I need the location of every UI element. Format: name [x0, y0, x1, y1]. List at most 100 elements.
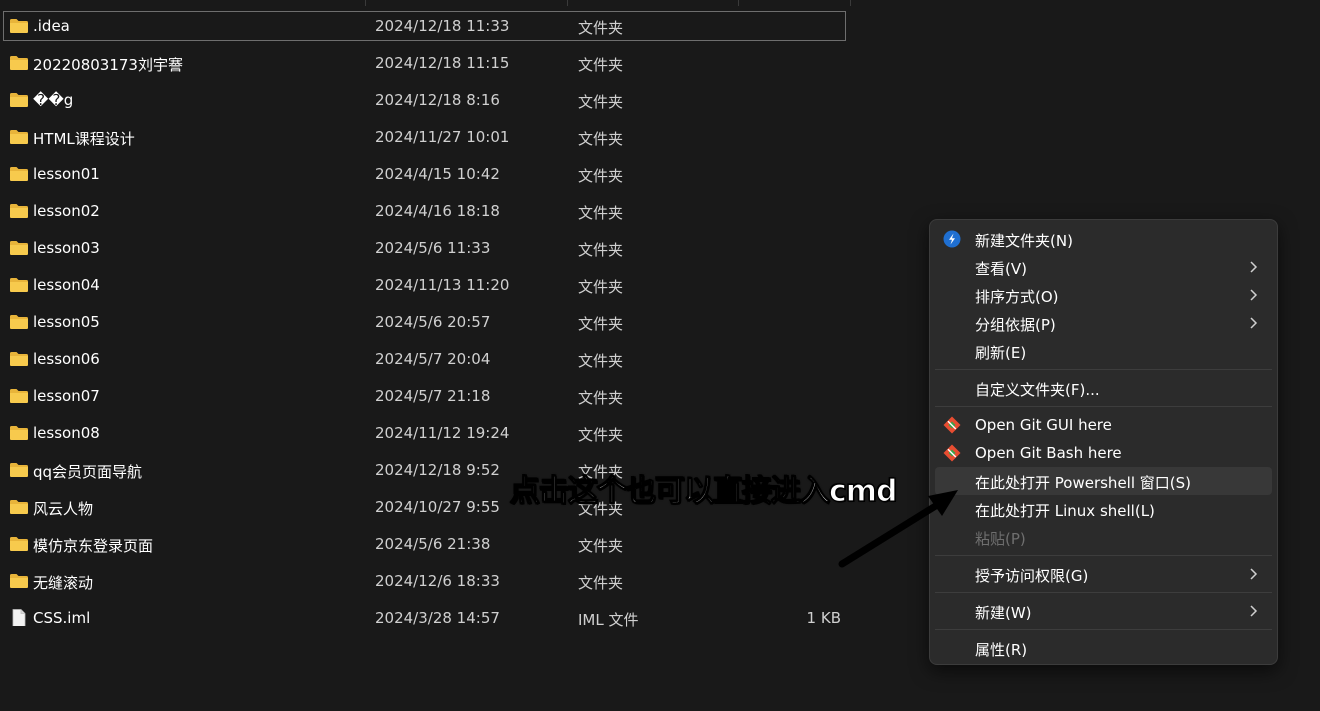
menu-item-label: 粘贴(P)	[975, 530, 1026, 548]
column-divider[interactable]	[365, 0, 366, 6]
file-date: 2024/5/6 11:33	[375, 239, 491, 257]
folder-icon	[9, 425, 29, 441]
menu-item-label: 在此处打开 Powershell 窗口(S)	[975, 474, 1191, 492]
file-row[interactable]: lesson04 2024/11/13 11:20 文件夹	[3, 270, 846, 300]
file-row[interactable]: lesson07 2024/5/7 21:18 文件夹	[3, 381, 846, 411]
file-type: 文件夹	[578, 315, 624, 333]
folder-icon	[9, 499, 29, 515]
menu-item-grant-access[interactable]: 授予访问权限(G)	[935, 560, 1272, 588]
file-date: 2024/5/6 21:38	[375, 535, 491, 553]
git-icon	[943, 416, 961, 434]
file-row[interactable]: CSS.iml 2024/3/28 14:57 IML 文件 1 KB	[3, 603, 846, 633]
chevron-right-icon	[1248, 566, 1258, 580]
file-row[interactable]: lesson03 2024/5/6 11:33 文件夹	[3, 233, 846, 263]
file-type: 文件夹	[578, 352, 624, 370]
file-type: 文件夹	[578, 130, 624, 148]
menu-item-label: 授予访问权限(G)	[975, 567, 1089, 585]
file-icon	[9, 609, 29, 627]
folder-icon	[9, 18, 29, 34]
file-row[interactable]: lesson06 2024/5/7 20:04 文件夹	[3, 344, 846, 374]
file-type: 文件夹	[578, 167, 624, 185]
file-name: lesson04	[33, 276, 100, 294]
file-type: 文件夹	[578, 241, 624, 259]
file-date: 2024/4/15 10:42	[375, 165, 500, 183]
file-row[interactable]: 无缝滚动 2024/12/6 18:33 文件夹	[3, 566, 846, 596]
file-name: ��g	[33, 91, 74, 109]
file-row[interactable]: ��g 2024/12/18 8:16 文件夹	[3, 85, 846, 115]
menu-item-label: 刷新(E)	[975, 344, 1027, 362]
chevron-right-icon	[1248, 315, 1258, 329]
file-row[interactable]: 20220803173刘宇謇 2024/12/18 11:15 文件夹	[3, 48, 846, 78]
context-menu: 新建文件夹(N) 查看(V) 排序方式(O) 分组依据(P) 刷新(E) 自定义文件…	[929, 219, 1278, 665]
folder-icon	[9, 462, 29, 478]
file-type: 文件夹	[578, 426, 624, 444]
file-name: .idea	[33, 17, 70, 35]
file-name: lesson08	[33, 424, 100, 442]
column-divider[interactable]	[738, 0, 739, 6]
folder-icon	[9, 388, 29, 404]
file-name: CSS.iml	[33, 609, 91, 627]
file-row[interactable]: lesson02 2024/4/16 18:18 文件夹	[3, 196, 846, 226]
menu-item-refresh[interactable]: 刷新(E)	[935, 337, 1272, 365]
menu-separator	[935, 406, 1272, 407]
file-type: 文件夹	[578, 93, 624, 111]
file-name: lesson05	[33, 313, 100, 331]
file-date: 2024/3/28 14:57	[375, 609, 500, 627]
file-type: 文件夹	[578, 389, 624, 407]
menu-item-label: 自定义文件夹(F)...	[975, 381, 1100, 399]
file-name: lesson01	[33, 165, 100, 183]
file-name: lesson03	[33, 239, 100, 257]
menu-item-git-bash[interactable]: Open Git Bash here	[935, 439, 1272, 467]
file-name: lesson02	[33, 202, 100, 220]
folder-icon	[9, 351, 29, 367]
file-date: 2024/12/18 11:33	[375, 17, 510, 35]
menu-separator	[935, 592, 1272, 593]
menu-item-label: 属性(R)	[975, 641, 1028, 659]
git-icon	[943, 444, 961, 462]
folder-icon	[9, 240, 29, 256]
folder-icon	[9, 277, 29, 293]
menu-item-linux-shell[interactable]: 在此处打开 Linux shell(L)	[935, 495, 1272, 523]
file-name: lesson06	[33, 350, 100, 368]
file-name: HTML课程设计	[33, 130, 135, 148]
menu-item-sort-by[interactable]: 排序方式(O)	[935, 281, 1272, 309]
menu-item-view[interactable]: 查看(V)	[935, 253, 1272, 281]
menu-item-label: 查看(V)	[975, 260, 1027, 278]
annotation-arrow	[838, 490, 958, 568]
menu-item-properties[interactable]: 属性(R)	[935, 634, 1272, 662]
file-type: 文件夹	[578, 56, 624, 74]
file-date: 2024/11/12 19:24	[375, 424, 510, 442]
menu-item-group-by[interactable]: 分组依据(P)	[935, 309, 1272, 337]
menu-item-label: Open Git Bash here	[975, 444, 1122, 462]
menu-item-label: 在此处打开 Linux shell(L)	[975, 502, 1155, 520]
file-type: 文件夹	[578, 278, 624, 296]
file-name: 风云人物	[33, 500, 94, 518]
file-date: 2024/4/16 18:18	[375, 202, 500, 220]
file-row[interactable]: lesson05 2024/5/6 20:57 文件夹	[3, 307, 846, 337]
file-date: 2024/12/18 11:15	[375, 54, 510, 72]
file-row[interactable]: lesson08 2024/11/12 19:24 文件夹	[3, 418, 846, 448]
menu-item-new-folder[interactable]: 新建文件夹(N)	[935, 225, 1272, 253]
chevron-right-icon	[1248, 259, 1258, 273]
menu-separator	[935, 555, 1272, 556]
menu-item-customize-folder[interactable]: 自定义文件夹(F)...	[935, 374, 1272, 402]
file-date: 2024/5/6 20:57	[375, 313, 491, 331]
menu-item-label: Open Git GUI here	[975, 416, 1112, 434]
menu-item-git-gui[interactable]: Open Git GUI here	[935, 411, 1272, 439]
folder-icon	[9, 536, 29, 552]
menu-item-powershell[interactable]: 在此处打开 Powershell 窗口(S)	[935, 467, 1272, 495]
file-row[interactable]: HTML课程设计 2024/11/27 10:01 文件夹	[3, 122, 846, 152]
file-row[interactable]: 模仿京东登录页面 2024/5/6 21:38 文件夹	[3, 529, 846, 559]
file-type: 文件夹	[578, 537, 624, 555]
chevron-right-icon	[1248, 603, 1258, 617]
file-row[interactable]: .idea 2024/12/18 11:33 文件夹	[3, 11, 846, 41]
column-divider[interactable]	[850, 0, 851, 6]
menu-item-label: 新建(W)	[975, 604, 1032, 622]
new-folder-icon	[943, 230, 961, 248]
file-name: 无缝滚动	[33, 574, 94, 592]
folder-icon	[9, 129, 29, 145]
file-row[interactable]: lesson01 2024/4/15 10:42 文件夹	[3, 159, 846, 189]
folder-icon	[9, 92, 29, 108]
menu-item-new[interactable]: 新建(W)	[935, 597, 1272, 625]
column-divider[interactable]	[567, 0, 568, 6]
